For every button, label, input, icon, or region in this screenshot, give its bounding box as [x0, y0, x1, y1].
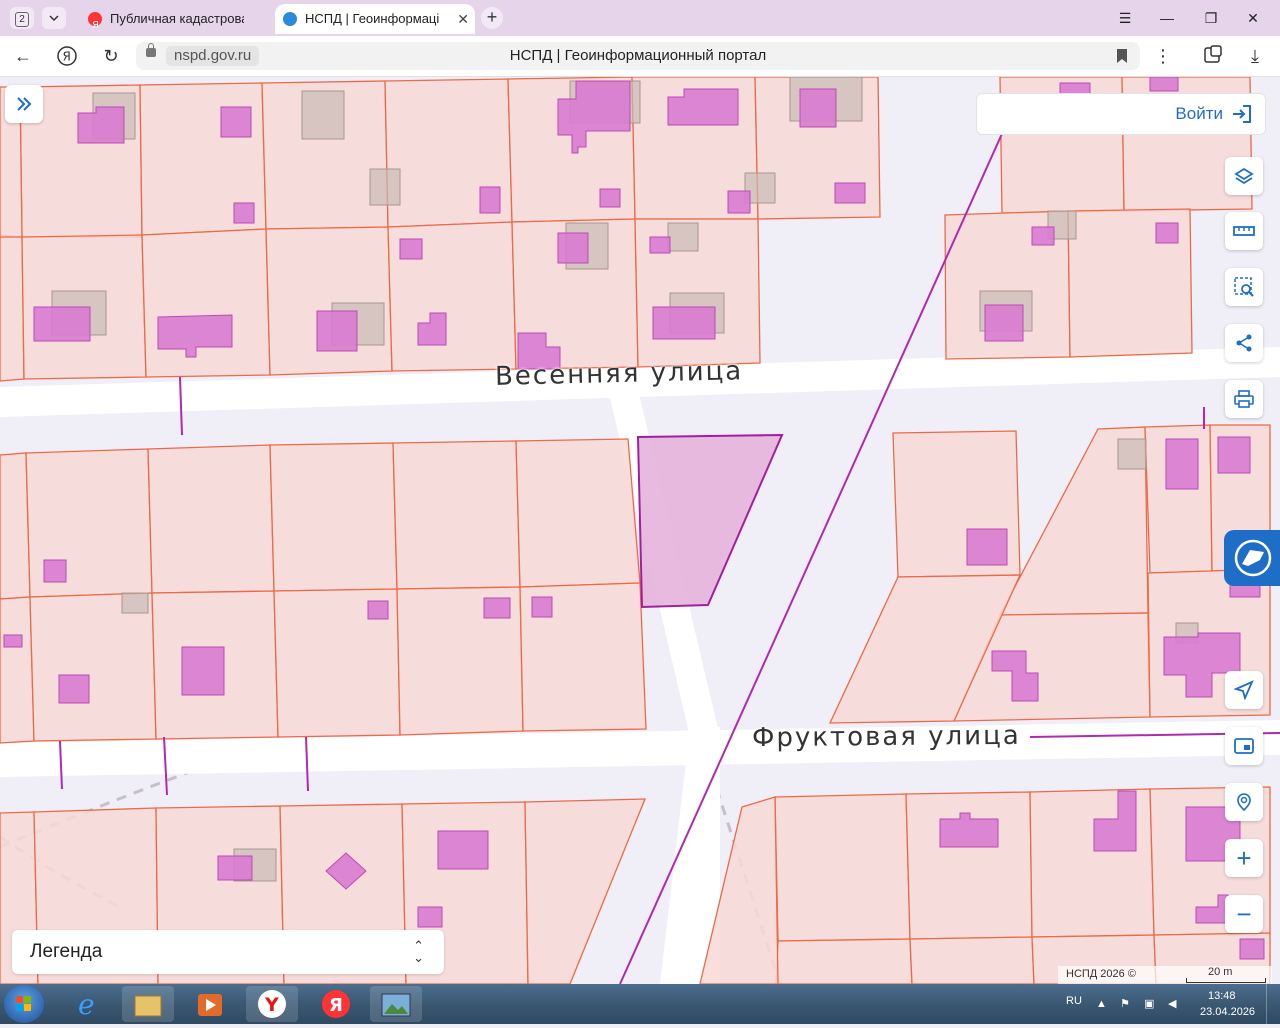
svg-text:Я: Я	[329, 995, 343, 1016]
reload-icon[interactable]: ↻	[98, 44, 124, 68]
login-icon	[1233, 105, 1251, 123]
layers-icon	[1234, 167, 1254, 185]
selected-parcel[interactable]	[636, 433, 784, 609]
feedback-button[interactable]	[1224, 530, 1280, 586]
downloads-icon[interactable]: ⤓	[1242, 44, 1268, 68]
zoom-in-button[interactable]: +	[1225, 839, 1263, 877]
print-button[interactable]	[1225, 380, 1263, 418]
svg-text:Я: Я	[63, 50, 71, 64]
tray-expand-icon[interactable]: ▲	[1096, 984, 1107, 1024]
show-desktop-button[interactable]	[1266, 984, 1280, 1024]
locate-arrow-icon	[1234, 680, 1254, 700]
taskbar-media-icon[interactable]	[184, 986, 236, 1022]
taskbar-yandex-icon[interactable]: Я	[310, 986, 362, 1022]
nspd-favicon-icon	[283, 12, 297, 26]
minimap-icon	[1234, 738, 1254, 754]
map-canvas[interactable]: Весенняя улица Фруктовая улица	[0, 77, 1280, 984]
map-attribution: НСПД 2026 © 20 m	[1058, 966, 1272, 984]
scale-bar	[1186, 978, 1266, 983]
share-button[interactable]	[1225, 324, 1263, 362]
ruler-icon	[1233, 226, 1255, 236]
street-label-vesennyaya: Весенняя улица	[494, 356, 744, 392]
bookmark-icon[interactable]	[1116, 48, 1128, 69]
taskbar-ie-icon[interactable]: e	[62, 986, 114, 1022]
svg-text:Я: Я	[92, 20, 99, 31]
url-field[interactable]: nspd.gov.ru НСПД | Геоинформационный пор…	[136, 42, 1140, 70]
select-search-icon	[1234, 277, 1254, 297]
tab-count: 2	[15, 12, 29, 27]
yandex-icon[interactable]: Я	[54, 44, 80, 68]
login-label: Войти	[1175, 104, 1223, 123]
legend-panel[interactable]: Легенда ⌃ ⌄	[12, 930, 444, 974]
copyright-text: НСПД 2026 ©	[1066, 968, 1136, 980]
zoom-in-icon: +	[1236, 842, 1252, 873]
address-bar: ← Я ↻ nspd.gov.ru НСПД | Геоинформационн…	[0, 36, 1280, 77]
zoom-out-button[interactable]: −	[1225, 895, 1263, 933]
network-icon[interactable]: ▣	[1144, 984, 1154, 1024]
select-search-button[interactable]	[1225, 268, 1263, 306]
tab-nspd[interactable]: НСПД | Геоинформаці ✕	[275, 4, 475, 34]
street-label-fruktovaya: Фруктовая улица	[751, 720, 1021, 754]
expand-collapse-icon: ⌃ ⌄	[413, 938, 424, 965]
layers-button[interactable]	[1225, 157, 1263, 195]
taskbar-yandex-browser-icon[interactable]: Y	[246, 986, 298, 1022]
legend-label: Легенда	[30, 941, 103, 962]
share-icon	[1236, 334, 1252, 352]
browser-tab-bar: 2 Я Публичная кадастровая к НСПД | Геоин…	[0, 0, 1280, 36]
svg-text:e: e	[78, 988, 95, 1021]
page-title: НСПД | Геоинформационный портал	[509, 47, 767, 64]
feedback-logo-icon	[1234, 539, 1272, 577]
locate-button[interactable]	[1225, 671, 1263, 709]
tab-title: НСПД | Геоинформаці	[305, 11, 440, 26]
taskbar-explorer-icon[interactable]	[122, 986, 174, 1022]
minimize-icon[interactable]: —	[1152, 6, 1182, 30]
login-button[interactable]: Войти	[976, 93, 1266, 135]
tab-cadastral[interactable]: Я Публичная кадастровая к	[80, 4, 268, 34]
yandex-favicon-icon: Я	[88, 12, 102, 31]
close-window-icon[interactable]: ✕	[1238, 6, 1268, 30]
double-chevron-right-icon	[17, 97, 32, 111]
tab-title: Публичная кадастровая к	[110, 11, 244, 26]
tab-close-icon[interactable]: ✕	[457, 4, 469, 34]
cadastral-map[interactable]	[0, 77, 1280, 984]
windows-logo-icon	[16, 996, 31, 1011]
volume-icon[interactable]: ◀	[1168, 984, 1176, 1024]
language-indicator[interactable]: RU	[1066, 984, 1082, 1024]
measure-button[interactable]	[1225, 212, 1263, 250]
restore-icon[interactable]: ❐	[1196, 6, 1226, 30]
geosearch-button[interactable]	[1225, 783, 1263, 821]
expand-panel-button[interactable]	[5, 85, 43, 123]
start-button[interactable]	[4, 985, 44, 1023]
menu-icon[interactable]: ☰	[1110, 6, 1140, 30]
more-icon[interactable]: ⋮	[1150, 44, 1176, 68]
minimap-button[interactable]	[1225, 727, 1263, 765]
taskbar-photo-viewer-icon[interactable]	[370, 986, 422, 1022]
clock-date[interactable]: 23.04.2026	[1200, 1006, 1255, 1020]
geosearch-icon	[1237, 793, 1251, 812]
zoom-out-icon: −	[1236, 898, 1252, 929]
scale-label: 20 m	[1208, 966, 1233, 978]
svg-text:Y: Y	[264, 994, 279, 1016]
windows-taskbar: e Y Я RU ▲ ⚑ ▣ ◀ 13:48 23.04.2026	[0, 984, 1280, 1024]
parcels	[0, 77, 1271, 984]
extensions-icon[interactable]	[1200, 44, 1226, 68]
print-icon	[1234, 390, 1254, 408]
new-tab-button[interactable]: +	[481, 7, 503, 29]
tab-list-chevron-icon[interactable]	[42, 7, 66, 29]
flag-icon[interactable]: ⚑	[1120, 984, 1130, 1024]
back-icon[interactable]: ←	[10, 44, 36, 68]
clock-time[interactable]: 13:48	[1208, 990, 1236, 1004]
tab-count-button[interactable]: 2	[10, 7, 34, 29]
